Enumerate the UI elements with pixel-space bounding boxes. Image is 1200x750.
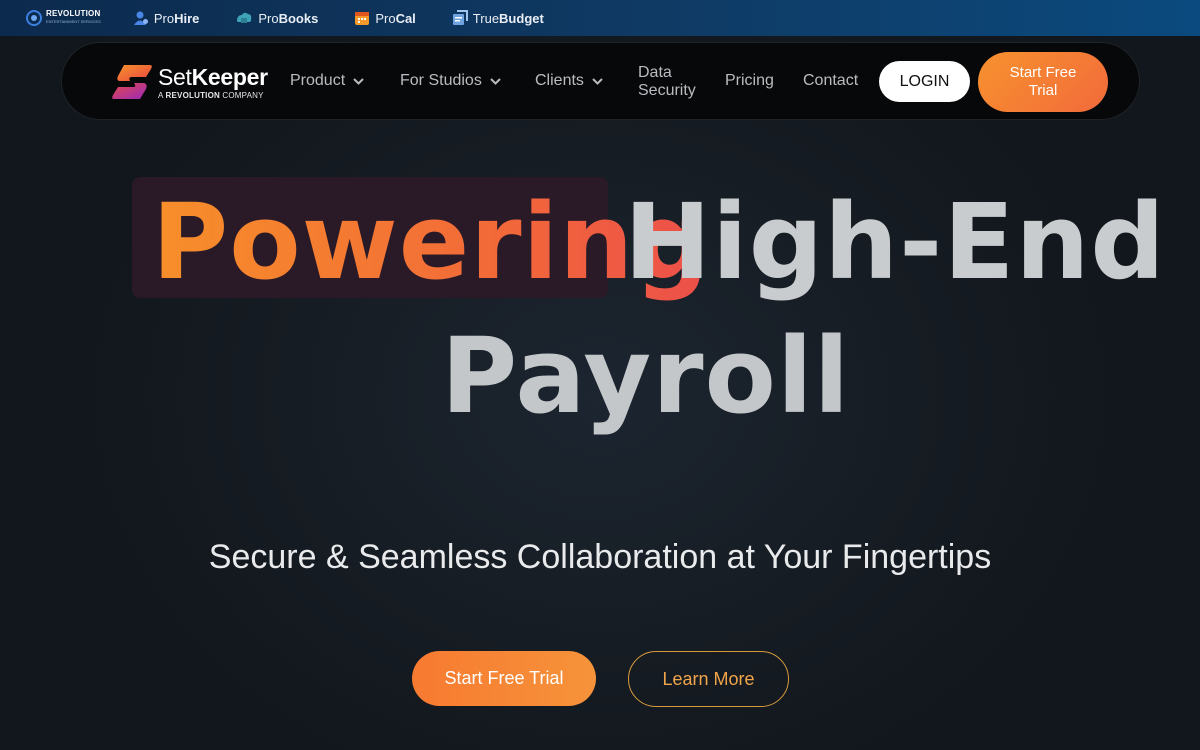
headline-line1: High-End	[624, 181, 1166, 303]
headline-line2: Payroll	[441, 315, 851, 437]
main-navigation: SetKeeper A REVOLUTION COMPANY Product F…	[61, 42, 1140, 120]
nav-item-label-line2: Security	[638, 82, 696, 99]
procal-prefix: Pro	[375, 10, 396, 26]
probooks-name: Books	[278, 10, 319, 26]
revolution-tagline: ENTERTAINMENT SERVICES	[46, 19, 101, 24]
logo-sub-b: REVOLUTION	[165, 90, 220, 100]
chevron-down-icon	[490, 77, 501, 85]
logo-tagline: A REVOLUTION COMPANY	[158, 91, 268, 100]
probooks-link[interactable]: ProBooks	[235, 11, 318, 26]
nav-item-pricing[interactable]: Pricing	[725, 72, 774, 90]
revolution-name: REVOLUTION	[46, 9, 101, 18]
family-brands-bar: REVOLUTION ENTERTAINMENT SERVICES ProHir…	[0, 0, 1200, 36]
learn-more-button[interactable]: Learn More	[628, 651, 789, 707]
prohire-icon	[133, 11, 148, 25]
prohire-link[interactable]: ProHire	[133, 10, 200, 26]
nav-item-label: For Studios	[400, 72, 482, 89]
setkeeper-logo-icon	[112, 65, 152, 99]
truebudget-link[interactable]: TrueBudget	[452, 10, 544, 26]
logo-name-set: Set	[158, 63, 192, 90]
procal-link[interactable]: ProCal	[354, 10, 416, 26]
setkeeper-logo[interactable]: SetKeeper A REVOLUTION COMPANY	[110, 63, 268, 101]
logo-name-keeper: Keeper	[191, 63, 268, 90]
nav-item-clients[interactable]: Clients	[535, 72, 603, 90]
logo-sub-a: A	[158, 90, 166, 100]
logo-sub-c: COMPANY	[219, 90, 264, 100]
nav-item-product[interactable]: Product	[290, 72, 364, 90]
probooks-prefix: Pro	[258, 10, 279, 26]
chevron-down-icon	[353, 77, 364, 85]
login-button[interactable]: LOGIN	[879, 61, 970, 102]
hero-subtitle: Secure & Seamless Collaboration at Your …	[208, 538, 992, 576]
nav-item-label: Pricing	[725, 72, 774, 89]
chevron-down-icon	[592, 77, 603, 85]
nav-item-label: Contact	[803, 72, 859, 89]
start-free-trial-button[interactable]: Start Free Trial	[412, 651, 596, 706]
revolution-icon	[26, 10, 42, 26]
prohire-prefix: Pro	[153, 10, 175, 26]
nav-item-for-studios[interactable]: For Studios	[400, 72, 501, 90]
nav-item-contact[interactable]: Contact	[803, 72, 858, 90]
nav-start-free-trial-button[interactable]: Start Free Trial	[978, 52, 1108, 112]
truebudget-icon	[452, 10, 468, 25]
prohire-name: Hire	[174, 10, 200, 26]
truebudget-prefix: True	[472, 10, 500, 26]
probooks-icon	[237, 12, 252, 23]
truebudget-name: Budget	[499, 10, 544, 26]
logo-wordmark: SetKeeper	[158, 65, 268, 89]
nav-item-label: Product	[290, 72, 346, 89]
nav-item-label-line1: Data	[638, 64, 672, 81]
hero-section: Powering High-End Payroll Secure & Seaml…	[0, 120, 1200, 750]
nav-item-label: Clients	[535, 72, 584, 89]
procal-name: Cal	[395, 10, 416, 26]
procal-icon	[355, 12, 370, 25]
revolution-logo[interactable]: REVOLUTION ENTERTAINMENT SERVICES	[26, 10, 101, 26]
nav-item-data-security[interactable]: Data Security	[638, 64, 696, 100]
